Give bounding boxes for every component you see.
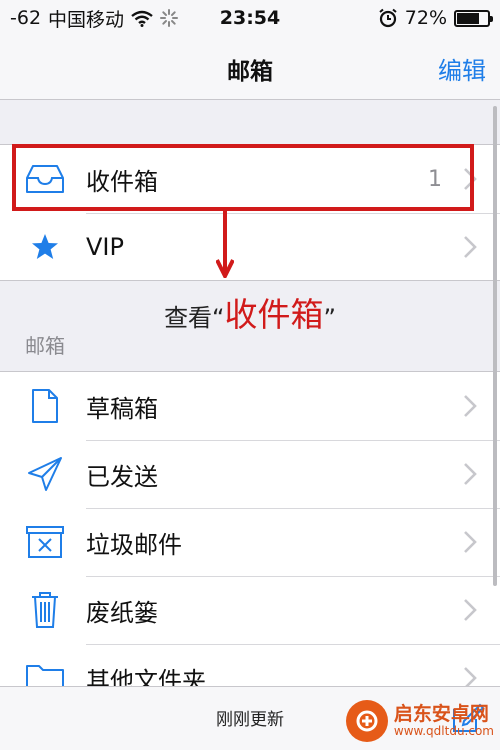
drafts-row[interactable]: 草稿箱 [0,372,500,440]
watermark: 启东安卓网 www.qdltdu.com [345,700,494,742]
chevron-right-icon [464,395,477,417]
trash-row[interactable]: 废纸篓 [0,576,500,644]
watermark-name: 启东安卓网 [393,702,489,725]
trash-icon [24,589,66,631]
chevron-right-icon [464,236,477,258]
carrier-name: 中国移动 [48,8,125,31]
annotation-highlight-box [12,144,474,211]
other-folders-row[interactable]: 其他文件夹 [0,644,500,686]
annotation-caption: 查看“收件箱” [0,288,500,336]
chevron-right-icon [464,667,477,686]
watermark-text: 启东安卓网 www.qdltdu.com [393,702,494,738]
scrollbar[interactable] [493,106,497,586]
section-header-mailboxes: 邮箱 [25,334,65,358]
chevron-right-icon [464,599,477,621]
junk-row[interactable]: 垃圾邮件 [0,508,500,576]
status-bar: -62 中国移动 23:54 72% [0,0,500,36]
other-folders-label: 其他文件夹 [86,666,206,687]
edit-button[interactable]: 编辑 [438,51,486,86]
sent-row[interactable]: 已发送 [0,440,500,508]
chevron-right-icon [464,463,477,485]
page-title: 邮箱 [227,59,273,85]
chevron-right-icon [464,531,477,553]
star-icon [24,226,66,268]
status-bar-left: -62 中国移动 [10,5,179,32]
alarm-icon [379,8,397,28]
status-bar-right: 72% [378,7,493,29]
annotation-arrow-icon [216,259,234,278]
navigation-bar: 邮箱 编辑 [0,36,500,100]
trash-label: 废纸篓 [86,598,158,627]
signal-strength: -62 [10,7,42,29]
junk-label: 垃圾邮件 [86,530,182,559]
annotation-suffix: ” [323,304,336,332]
mailbox-section-folders: 草稿箱 已发送 垃圾邮件 废纸篓 其他文件夹 [0,371,500,686]
paper-plane-icon [24,453,66,495]
vip-label: VIP [86,233,124,261]
battery-icon [454,9,493,27]
folder-icon [24,657,66,686]
battery-fill [457,12,479,24]
wifi-icon [131,10,153,27]
annotation-highlight-text: 收件箱 [224,295,324,334]
drafts-label: 草稿箱 [86,394,158,423]
watermark-url: www.qdltdu.com [393,723,494,738]
sent-label: 已发送 [86,462,158,491]
draft-document-icon [24,385,66,427]
battery-percent: 72% [404,7,447,29]
annotation-prefix: 查看“ [164,304,225,332]
activity-spinner-icon [160,9,179,27]
watermark-logo-icon [345,700,388,742]
junk-box-icon [24,521,66,563]
vip-row[interactable]: VIP [0,213,500,281]
